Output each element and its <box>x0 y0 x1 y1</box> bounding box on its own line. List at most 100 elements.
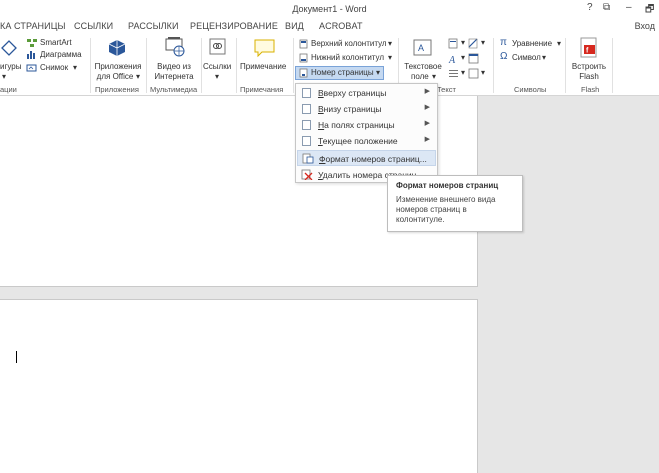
group-separator <box>612 38 613 93</box>
menu-item-label: Внизу страницы <box>318 104 382 114</box>
footer-button[interactable]: Нижний колонтитул <box>311 53 384 63</box>
page-margins-icon <box>302 120 311 130</box>
tab-view[interactable]: ВИД <box>285 21 304 31</box>
embed-flash-button[interactable]: Встроить <box>568 62 610 72</box>
sign-in-link[interactable]: Вход <box>635 21 655 31</box>
window-title: Документ1 - Word <box>292 4 367 14</box>
menu-item-bottom-of-page[interactable]: Внизу страницы ▶ <box>297 101 436 117</box>
signature-line-icon[interactable] <box>468 38 479 49</box>
group-label-comments: Примечания <box>240 85 284 94</box>
group-label-text: Текст <box>437 85 456 94</box>
comment-button[interactable]: Примечание <box>240 62 286 72</box>
equation-dropdown-arrow[interactable]: ▾ <box>557 39 561 49</box>
ribbon-display-options-button[interactable]: ⧉ <box>603 2 610 13</box>
textbox-button-line2[interactable]: поле <box>411 72 429 82</box>
menu-item-current-position[interactable]: Текущее положение ▶ <box>297 133 436 149</box>
restore-button[interactable]: 🗗 <box>645 2 654 19</box>
group-separator <box>293 38 294 93</box>
tab-references[interactable]: ССЫЛКИ <box>74 21 113 31</box>
tab-review[interactable]: РЕЦЕНЗИРОВАНИЕ <box>190 21 278 31</box>
object-icon[interactable] <box>468 68 479 79</box>
document-page-2[interactable] <box>0 299 478 473</box>
symbol-button[interactable]: Символ <box>512 53 541 63</box>
group-label-media: Мультимедиа <box>150 85 198 94</box>
header-icon <box>299 39 308 49</box>
online-video-button-line2[interactable]: Интернета <box>150 72 198 82</box>
group-label-symbols: Символы <box>514 85 547 94</box>
menu-item-format-page-numbers[interactable]: Формат номеров страниц... <box>297 150 436 166</box>
wordart-icon[interactable]: A <box>448 53 459 64</box>
svg-text:A: A <box>448 55 456 64</box>
group-separator <box>236 38 237 93</box>
online-video-button[interactable]: Видео из <box>150 62 198 72</box>
shapes-dropdown-arrow[interactable]: ▾ <box>2 72 6 82</box>
office-apps-button[interactable]: Приложения <box>92 62 144 72</box>
chart-button[interactable]: Диаграмма <box>40 50 82 60</box>
text-cursor <box>16 351 17 363</box>
tab-page-layout[interactable]: КА СТРАНИЦЫ <box>0 21 66 31</box>
remove-page-numbers-icon <box>301 169 313 180</box>
format-page-numbers-icon <box>302 153 314 164</box>
ribbon-tabs: КА СТРАНИЦЫ ССЫЛКИ РАССЫЛКИ РЕЦЕНЗИРОВАН… <box>0 18 659 35</box>
menu-item-page-margins[interactable]: На полях страницы ▶ <box>297 117 436 133</box>
comment-icon <box>254 39 275 58</box>
textbox-dropdown-arrow[interactable]: ▾ <box>432 72 436 82</box>
screenshot-icon <box>26 64 37 72</box>
page-number-label: Номер страницы <box>311 68 374 77</box>
group-separator <box>90 38 91 93</box>
group-separator <box>493 38 494 93</box>
page-number-dropdown-arrow: ▾ <box>376 68 381 77</box>
menu-item-label: Вверху страницы <box>318 88 387 98</box>
textbox-icon: A <box>413 39 432 56</box>
wordart-dropdown-arrow[interactable]: ▾ <box>461 53 465 63</box>
header-button[interactable]: Верхний колонтитул <box>311 39 387 49</box>
shapes-icon <box>1 40 17 56</box>
group-label-flash: Flash <box>581 85 600 94</box>
smartart-icon <box>27 39 37 47</box>
menu-item-top-of-page[interactable]: Вверху страницы ▶ <box>297 85 436 101</box>
drop-cap-dropdown-arrow[interactable]: ▾ <box>461 68 465 78</box>
links-button[interactable]: Ссылки <box>203 62 231 72</box>
links-icon <box>209 38 226 55</box>
embed-flash-button-line2[interactable]: Flash <box>568 72 610 82</box>
submenu-arrow-icon: ▶ <box>424 88 430 95</box>
group-separator <box>146 38 147 93</box>
screenshot-dropdown-arrow[interactable]: ▾ <box>73 63 77 73</box>
current-position-icon <box>302 136 311 146</box>
page-number-icon <box>299 68 308 78</box>
page-number-menu: Вверху страницы ▶ Внизу страницы ▶ На по… <box>295 83 438 183</box>
footer-dropdown-arrow[interactable]: ▾ <box>388 53 392 63</box>
links-dropdown-arrow[interactable]: ▾ <box>215 72 219 82</box>
tab-acrobat[interactable]: ACROBAT <box>319 21 363 31</box>
shapes-button[interactable]: игуры <box>0 62 22 72</box>
help-button[interactable]: ? <box>587 2 593 13</box>
signature-line-dropdown-arrow[interactable]: ▾ <box>481 38 485 48</box>
equation-button[interactable]: Уравнение <box>512 39 552 49</box>
flash-icon: f <box>580 37 597 58</box>
office-apps-button-line2[interactable]: для Office <box>92 72 138 82</box>
office-apps-icon <box>108 40 126 56</box>
textbox-button[interactable]: Текстовое <box>400 62 446 72</box>
quick-parts-dropdown-arrow[interactable]: ▾ <box>461 38 465 48</box>
office-apps-dropdown-arrow[interactable]: ▾ <box>136 72 140 82</box>
tooltip: Формат номеров страниц Изменение внешнег… <box>387 175 523 232</box>
bottom-of-page-icon <box>302 104 311 114</box>
tab-mailings[interactable]: РАССЫЛКИ <box>128 21 179 31</box>
top-of-page-icon <box>302 88 311 98</box>
svg-text:A: A <box>418 43 424 53</box>
header-dropdown-arrow[interactable]: ▾ <box>388 39 392 49</box>
page-number-button-active[interactable]: Номер страницы ▾ <box>295 66 384 80</box>
menu-item-label: Формат номеров страниц... <box>319 154 427 164</box>
online-video-icon <box>165 37 185 57</box>
footer-icon <box>299 53 308 63</box>
object-dropdown-arrow[interactable]: ▾ <box>481 68 485 78</box>
date-time-icon[interactable] <box>468 53 479 64</box>
minimize-button[interactable]: – <box>626 2 632 13</box>
symbol-dropdown-arrow[interactable]: ▾ <box>542 53 546 63</box>
drop-cap-icon[interactable] <box>448 68 459 79</box>
screenshot-button[interactable]: Снимок <box>40 63 68 73</box>
equation-icon: π <box>500 37 507 48</box>
menu-item-label: На полях страницы <box>318 120 395 130</box>
quick-parts-icon[interactable] <box>448 38 459 49</box>
smartart-button[interactable]: SmartArt <box>40 38 72 48</box>
